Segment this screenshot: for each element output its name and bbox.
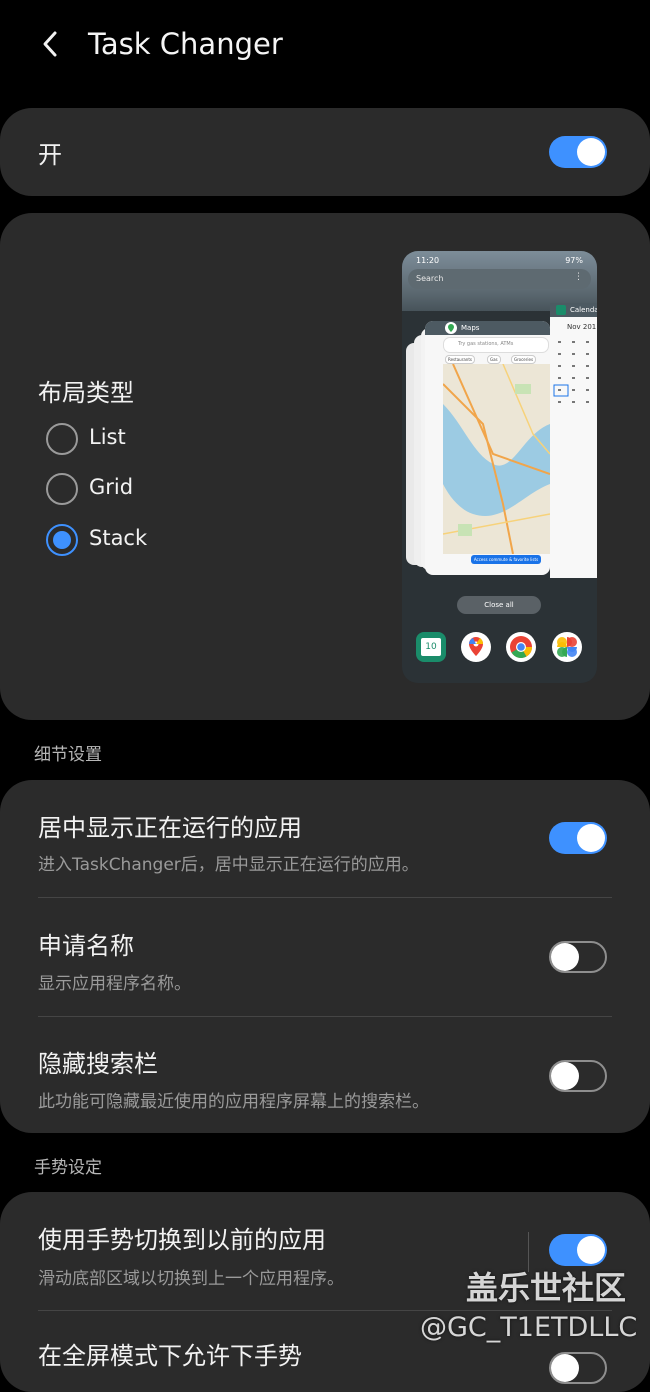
back-button[interactable]	[34, 26, 70, 62]
calendar-dock-icon: 10	[416, 632, 446, 662]
preview-close-all-button: Close all	[457, 596, 541, 614]
preview-calendar-header: Calenda	[550, 303, 597, 317]
master-switch-row[interactable]: 开	[0, 108, 650, 196]
preview-maps-header: Maps	[425, 321, 550, 335]
radio-label: List	[89, 425, 126, 449]
preview-status-battery: 97%	[565, 256, 583, 265]
details-card: 居中显示正在运行的应用 进入TaskChanger后，居中显示正在运行的应用。 …	[0, 780, 650, 1133]
app-name-toggle[interactable]	[549, 941, 607, 973]
toggle-knob	[577, 824, 605, 852]
preview-calendar-card: Calenda Nov 201	[550, 303, 597, 578]
toggle-knob	[551, 1062, 579, 1090]
divider	[38, 1016, 612, 1017]
center-running-toggle[interactable]	[549, 822, 607, 854]
preview-map	[442, 363, 550, 555]
layout-type-card: 布局类型 List Grid Stack 11:20 97% Search ⋮	[0, 213, 650, 720]
radio-list[interactable]: List	[46, 423, 166, 459]
preview-maps-label: Maps	[461, 324, 480, 332]
layout-type-title: 布局类型	[38, 379, 134, 407]
preview-maps-search-text: Try gas stations, ATMs	[458, 341, 514, 347]
maps-app-icon	[445, 322, 457, 334]
preview-calendar-month: Nov 201	[567, 323, 597, 331]
radio-label: Grid	[89, 475, 134, 499]
preview-maps-banner: Access commute & favorite lists	[471, 555, 541, 564]
more-icon: ⋮	[574, 272, 583, 282]
master-toggle[interactable]	[549, 136, 607, 168]
setting-description: 显示应用程序名称。	[38, 974, 191, 994]
toggle-knob	[551, 943, 579, 971]
preview-status-time: 11:20	[416, 256, 440, 265]
calendar-dock-badge: 10	[421, 638, 441, 656]
preview-chip: Groceries	[511, 355, 537, 364]
radio-button[interactable]	[46, 473, 78, 505]
preview-calendar-label: Calenda	[570, 306, 597, 314]
radio-button[interactable]	[46, 423, 78, 455]
preview-maps-search: Try gas stations, ATMs	[443, 337, 549, 353]
watermark-title: 盖乐世社区	[466, 1269, 627, 1307]
setting-title: 隐藏搜索栏	[38, 1050, 158, 1078]
calendar-app-icon	[556, 305, 566, 315]
chrome-icon	[510, 636, 532, 658]
preview-map-drawing	[442, 363, 550, 555]
watermark-handle: @GC_T1ETDLLC	[420, 1312, 638, 1343]
fullscreen-gesture-toggle[interactable]	[549, 1352, 607, 1384]
gesture-switch-toggle[interactable]	[549, 1234, 607, 1266]
toggle-knob	[551, 1354, 579, 1382]
preview-chip: Restaurants	[445, 355, 475, 364]
setting-description: 进入TaskChanger后，居中显示正在运行的应用。	[38, 855, 419, 875]
maps-dock-icon	[461, 632, 491, 662]
preview-search-bar: Search ⋮	[408, 269, 591, 289]
layout-preview: 11:20 97% Search ⋮ Maps Try gas stations…	[402, 251, 597, 683]
setting-description: 滑动底部区域以切换到上一个应用程序。	[38, 1269, 344, 1289]
radio-stack[interactable]: Stack	[46, 524, 176, 560]
section-title-details: 细节设置	[34, 745, 102, 765]
photos-dock-icon	[552, 632, 582, 662]
preview-calendar-grid	[553, 341, 589, 403]
setting-title: 使用手势切换到以前的应用	[38, 1226, 326, 1254]
chrome-dock-icon	[506, 632, 536, 662]
app-header: Task Changer	[0, 0, 650, 105]
section-title-gestures: 手势设定	[34, 1158, 102, 1178]
preview-maps-card: Maps Try gas stations, ATMs Restaurants …	[425, 321, 550, 575]
chevron-left-icon	[43, 31, 57, 57]
maps-pin-icon	[469, 637, 484, 656]
radio-label: Stack	[89, 526, 148, 550]
photos-pinwheel-icon	[557, 637, 577, 657]
master-switch-label: 开	[38, 141, 62, 169]
toggle-knob	[577, 1236, 605, 1264]
setting-title: 居中显示正在运行的应用	[38, 814, 302, 842]
preview-search-placeholder: Search	[416, 274, 444, 283]
preview-chip: Gas	[487, 355, 501, 364]
divider	[38, 1310, 612, 1311]
divider	[38, 897, 612, 898]
setting-description: 此功能可隐藏最近使用的应用程序屏幕上的搜索栏。	[38, 1092, 429, 1112]
hide-search-toggle[interactable]	[549, 1060, 607, 1092]
page-title: Task Changer	[88, 27, 283, 61]
radio-grid[interactable]: Grid	[46, 473, 166, 509]
toggle-knob	[577, 138, 605, 166]
setting-title: 申请名称	[38, 932, 134, 960]
radio-button-checked[interactable]	[46, 524, 78, 556]
